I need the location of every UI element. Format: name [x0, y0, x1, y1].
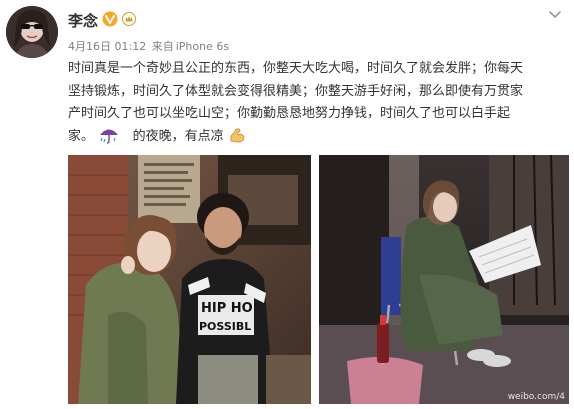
user-name[interactable]: 李念	[68, 10, 98, 31]
chevron-down-icon[interactable]	[548, 10, 562, 20]
umbrella-rain-icon	[100, 129, 119, 144]
verified-badge-icon[interactable]	[102, 11, 118, 27]
post-text-last-prefix: 家。	[68, 128, 95, 144]
post-text-last-line: 家。 的夜晚，有点凉	[68, 126, 568, 149]
shirt-text-line1: HIP HO	[201, 301, 253, 316]
post-text-last-mid: 的夜晚，有点凉	[132, 128, 224, 144]
avatar[interactable]	[6, 6, 58, 58]
post-text-line: 产时间久了也可以坐吃山空；你勤勤恳恳地努力挣钱，时间久了也可以白手起	[68, 106, 511, 121]
photo-left-image: HIP HO POSSIBL	[68, 155, 311, 404]
post-text-line: 时间真是一个奇妙且公正的东西，你整天大吃大喝，时间久了就会发胖；你每天	[68, 61, 524, 76]
post-meta: 4月16日 01:12 来自 iPhone 6s	[68, 38, 231, 54]
photo-right-image	[319, 155, 569, 404]
weibo-watermark: weibo.com/4	[507, 392, 565, 402]
post-date[interactable]: 4月16日 01:12	[68, 40, 146, 53]
post-source-prefix: 来自	[151, 40, 174, 53]
post-text-line: 坚持锻炼，时间久了体型就会变得很精美；你整天游手好闲，那么即使有万贯家	[68, 83, 524, 99]
flexed-biceps-icon	[230, 127, 245, 142]
crown-emblem-icon[interactable]	[122, 12, 136, 26]
avatar-image	[6, 6, 58, 58]
post-photo-left[interactable]: HIP HO POSSIBL	[68, 155, 311, 404]
post-source-device[interactable]: iPhone 6s	[176, 40, 229, 53]
post-text: 时间真是一个奇妙且公正的东西，你整天大吃大喝，时间久了就会发胖；你每天 坚持锻炼…	[68, 58, 568, 148]
post-photo-right[interactable]: weibo.com/4	[319, 155, 569, 404]
shirt-text-line2: POSSIBL	[199, 320, 251, 333]
